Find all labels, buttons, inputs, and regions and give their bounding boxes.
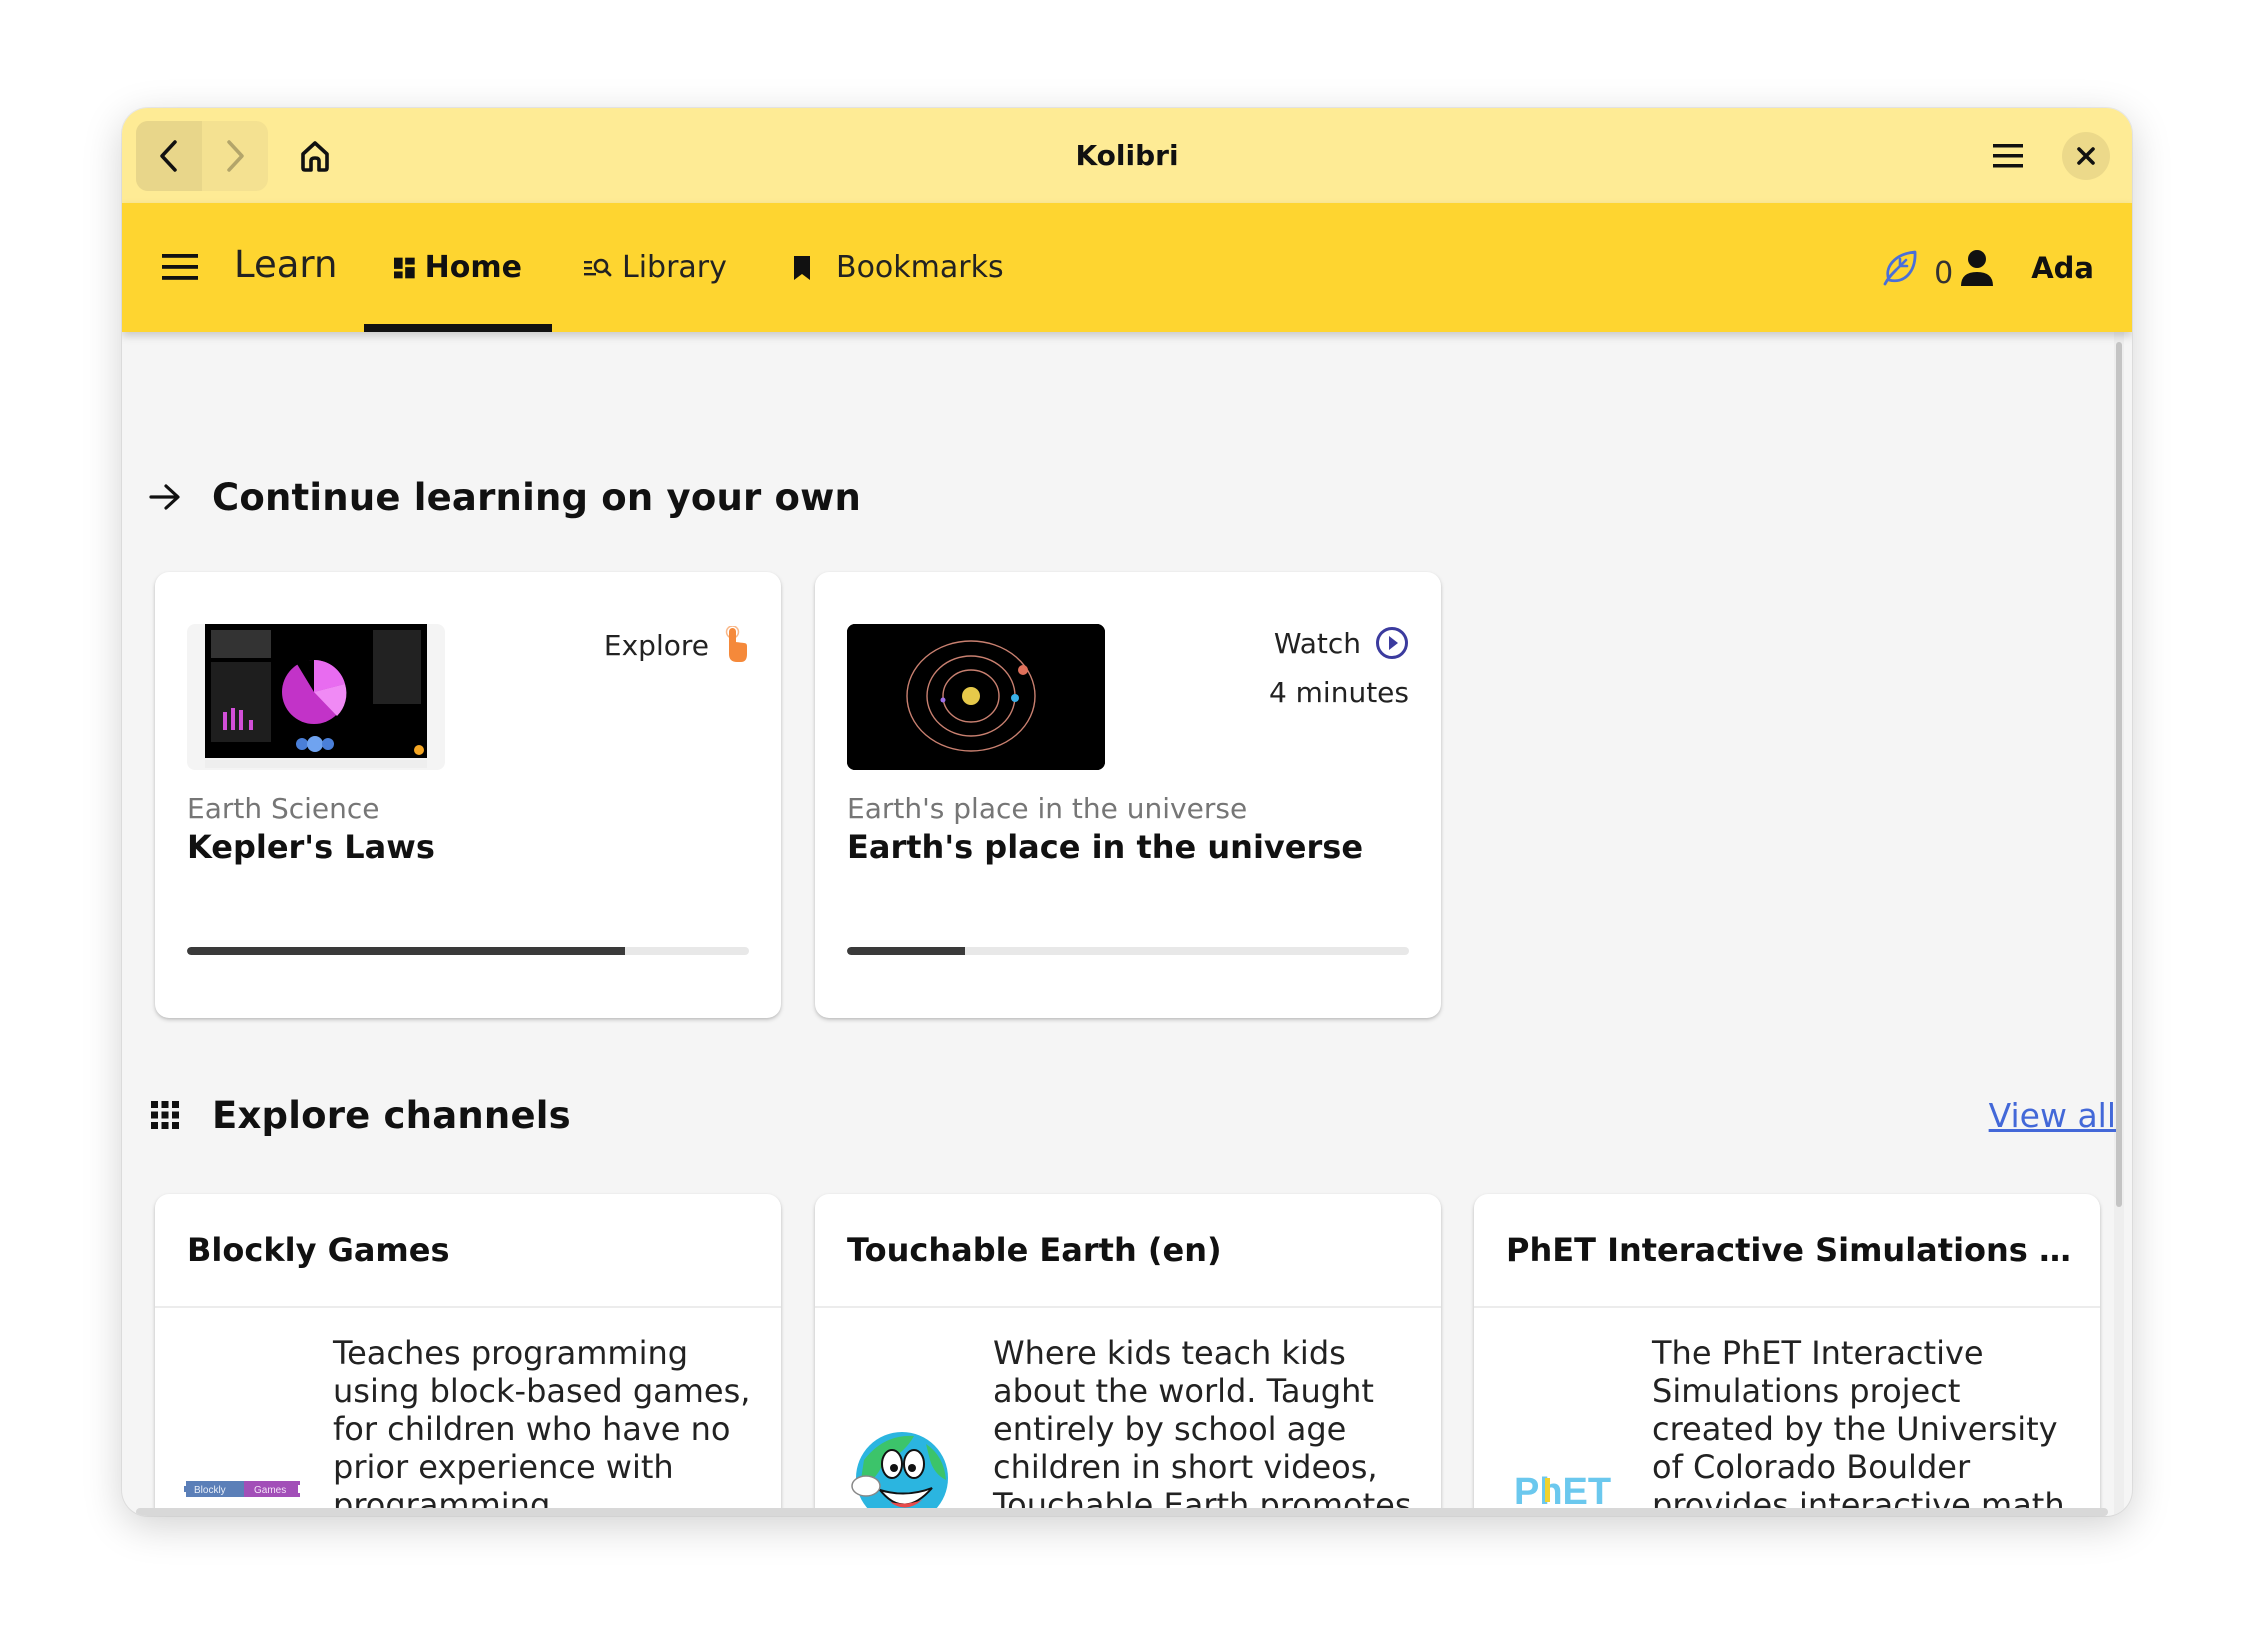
points-count: 0	[1934, 256, 1954, 291]
content-title: Kepler's Laws	[187, 828, 435, 866]
progress-fill	[187, 947, 626, 955]
window-title: Kolibri	[1075, 139, 1179, 172]
close-button[interactable]	[2062, 132, 2110, 180]
horizontal-scrollbar[interactable]	[136, 1508, 2108, 1516]
tab-bookmarks-label: Bookmarks	[836, 250, 1004, 285]
tab-library-label: Library	[622, 250, 727, 285]
explore-channels-heading: Explore channels	[140, 1090, 571, 1140]
user-area: 0 Ada	[1880, 203, 2094, 332]
back-button[interactable]	[136, 121, 202, 191]
content-thumbnail	[187, 624, 445, 770]
title-bar: Kolibri	[122, 108, 2132, 203]
progress-fill	[847, 947, 966, 955]
leaf-points-icon	[1883, 250, 1917, 285]
content-kind: Explore	[604, 626, 749, 664]
tab-home-label: Home	[424, 250, 522, 285]
bookmark-icon	[794, 255, 810, 280]
content-title: Earth's place in the universe	[847, 828, 1364, 866]
channel-logo: Blockly Games	[179, 1344, 309, 1516]
channel-logo: PhET	[1498, 1344, 1628, 1516]
channel-title: PhET Interactive Simulations (En...	[1506, 1231, 2076, 1269]
touch-hand-icon	[725, 626, 747, 662]
divider	[815, 1306, 1441, 1308]
arrow-right-icon	[140, 472, 190, 522]
divider	[155, 1306, 781, 1308]
channel-card[interactable]: PhET Interactive Simulations (En... PhET…	[1474, 1194, 2100, 1516]
app-bar: Learn Home Library Bookmarks 0 Ada	[122, 203, 2132, 332]
content-kind-label: Watch	[1273, 626, 1361, 660]
hamburger-menu-icon	[162, 254, 198, 280]
side-nav-button[interactable]	[156, 243, 204, 291]
tab-bookmarks[interactable]: Bookmarks	[792, 203, 1004, 332]
close-icon	[2077, 147, 2095, 165]
chevron-left-icon	[160, 140, 177, 172]
tab-library[interactable]: Library	[584, 203, 727, 332]
main-content: Continue learning on your own Explore Ea…	[122, 332, 2132, 1516]
channel-card[interactable]: Blockly Games Blockly Games Teaches prog…	[155, 1194, 781, 1516]
channel-description: Teaches programming using block-based ga…	[333, 1334, 751, 1516]
play-circle-icon	[1376, 627, 1408, 659]
continue-learning-heading: Continue learning on your own	[140, 472, 861, 522]
channel-description: The PhET Interactive Simulations project…	[1652, 1334, 2065, 1516]
channel-description: Where kids teach kids about the world. T…	[993, 1334, 1412, 1516]
content-duration: 4 minutes	[1268, 676, 1409, 709]
resume-card[interactable]: Watch 4 minutes Earth's place in the uni…	[815, 572, 1441, 1018]
tab-home[interactable]: Home	[364, 203, 552, 332]
channel-logo: touchable earth	[839, 1344, 969, 1516]
chevron-right-icon	[227, 140, 244, 172]
active-tab-indicator	[364, 324, 552, 332]
vertical-scrollbar-thumb[interactable]	[2116, 342, 2122, 1207]
progress-bar	[187, 947, 749, 955]
home-icon	[301, 141, 329, 172]
content-kind: Watch 4 minutes	[1268, 626, 1409, 710]
content-breadcrumb: Earth's place in the universe	[847, 792, 1248, 825]
section-title: Explore channels	[212, 1093, 571, 1137]
channel-title: Blockly Games	[187, 1231, 450, 1269]
home-button[interactable]	[287, 128, 343, 184]
logo-text: Blockly	[194, 1485, 226, 1496]
hamburger-menu-icon	[1993, 144, 2023, 168]
content-thumbnail	[847, 624, 1105, 770]
apps-grid-icon	[140, 1090, 190, 1140]
dashboard-icon	[394, 257, 415, 278]
progress-bar	[847, 947, 1409, 955]
logo-text: Games	[254, 1485, 286, 1496]
forward-button[interactable]	[202, 121, 268, 191]
channel-card[interactable]: Touchable Earth (en) touchable earth Whe…	[815, 1194, 1441, 1516]
user-menu-button[interactable]: Ada	[2031, 251, 2094, 285]
logo-text: PhET	[1514, 1471, 1611, 1512]
view-all-link[interactable]: View all	[1989, 1096, 2116, 1135]
channel-title: Touchable Earth (en)	[847, 1231, 1222, 1269]
resume-card[interactable]: Explore Earth Science Kepler's Laws	[155, 572, 781, 1018]
library-search-icon	[584, 258, 612, 276]
history-nav	[136, 121, 268, 191]
kolibri-window: Kolibri Learn Home Library Bookmarks 0 A…	[122, 108, 2132, 1516]
window-menu-button[interactable]	[1982, 130, 2034, 182]
content-kind-label: Explore	[603, 628, 709, 662]
person-icon	[1961, 249, 1994, 286]
app-section-label: Learn	[234, 243, 338, 286]
divider	[1474, 1306, 2100, 1308]
section-title: Continue learning on your own	[212, 475, 862, 519]
content-breadcrumb: Earth Science	[187, 792, 380, 825]
